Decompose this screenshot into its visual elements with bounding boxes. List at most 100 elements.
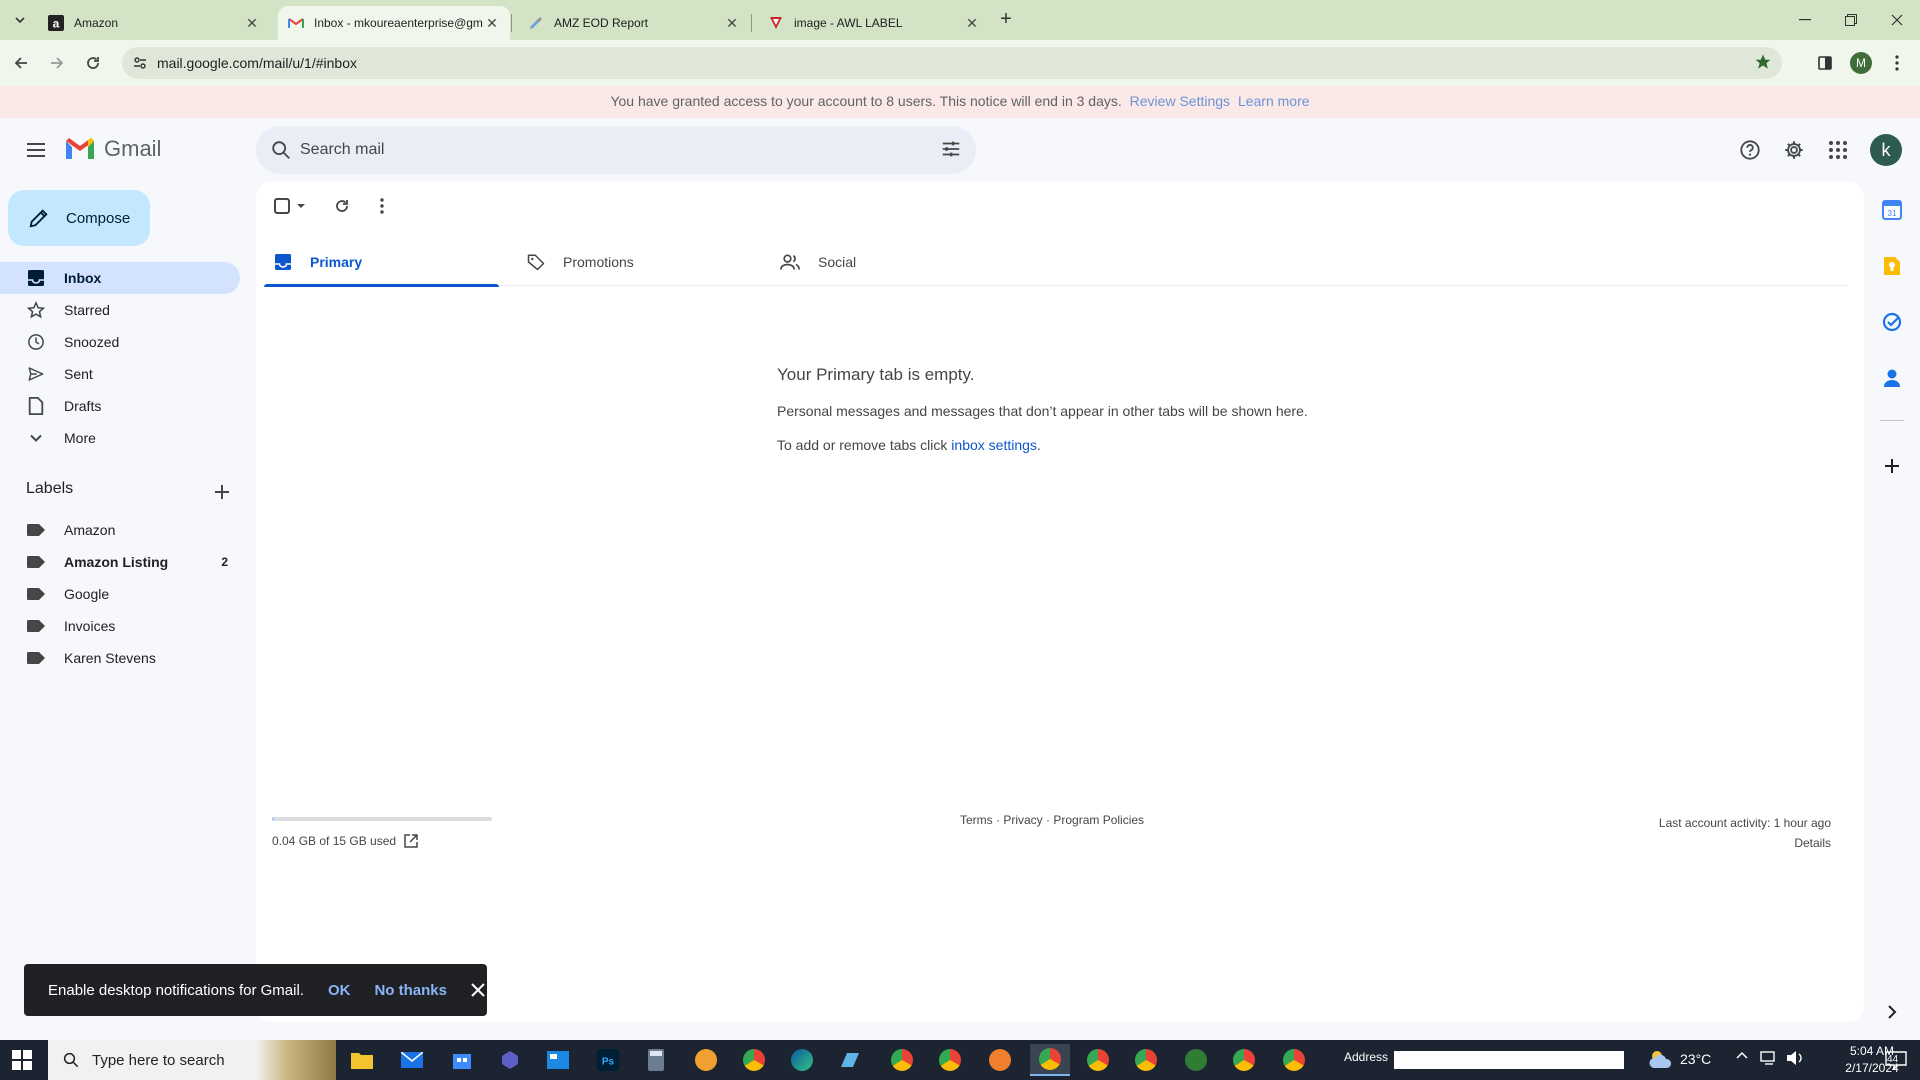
bookmark-star-icon[interactable] bbox=[1754, 53, 1772, 71]
tab-separator bbox=[511, 14, 512, 32]
main-menu-button[interactable] bbox=[20, 134, 52, 166]
chrome-profile-icon[interactable] bbox=[1274, 1044, 1314, 1076]
close-tab-icon[interactable]: ✕ bbox=[724, 15, 740, 31]
windows-start-button[interactable] bbox=[12, 1050, 32, 1070]
tab-separator bbox=[751, 14, 752, 32]
photoshop-icon[interactable]: Ps bbox=[588, 1044, 628, 1076]
settings-gear-icon[interactable] bbox=[1778, 134, 1810, 166]
gmail-logo[interactable]: Gmail bbox=[64, 136, 161, 162]
label-karen-stevens[interactable]: Karen Stevens bbox=[0, 642, 240, 674]
chrome-profile-icon[interactable] bbox=[1078, 1044, 1118, 1076]
refresh-button[interactable] bbox=[330, 194, 354, 218]
browser-menu-button[interactable] bbox=[1884, 50, 1910, 76]
label-amazon-listing[interactable]: Amazon Listing 2 bbox=[0, 546, 240, 578]
calculator-icon[interactable] bbox=[636, 1044, 676, 1076]
nav-sent[interactable]: Sent bbox=[0, 358, 240, 390]
review-settings-link[interactable]: Review Settings bbox=[1130, 93, 1230, 109]
label-name: Amazon bbox=[64, 522, 116, 538]
close-tab-icon[interactable]: ✕ bbox=[964, 15, 980, 31]
inbox-settings-link[interactable]: inbox settings bbox=[951, 437, 1037, 453]
label-google[interactable]: Google bbox=[0, 578, 240, 610]
tab-promotions[interactable]: Promotions bbox=[517, 238, 752, 286]
tab-amz-eod-report[interactable]: AMZ EOD Report ✕ bbox=[518, 6, 750, 40]
search-input[interactable]: Search mail bbox=[300, 141, 384, 159]
tab-label: Primary bbox=[310, 254, 363, 270]
more-actions-button[interactable] bbox=[370, 194, 394, 218]
close-tab-icon[interactable]: ✕ bbox=[244, 15, 260, 31]
nav-drafts[interactable]: Drafts bbox=[0, 390, 240, 422]
contacts-icon[interactable] bbox=[1876, 362, 1908, 394]
new-tab-button[interactable]: + bbox=[994, 8, 1018, 32]
profile-button[interactable]: M bbox=[1848, 50, 1874, 76]
get-addons-button[interactable] bbox=[1876, 450, 1908, 482]
store-app-icon[interactable] bbox=[442, 1044, 482, 1076]
address-toolbar-input[interactable] bbox=[1394, 1051, 1624, 1069]
privacy-link[interactable]: Privacy bbox=[1003, 813, 1042, 827]
volume-icon[interactable] bbox=[1786, 1050, 1804, 1066]
activity-details-link[interactable]: Details bbox=[1659, 833, 1831, 853]
tasks-icon[interactable] bbox=[1876, 306, 1908, 338]
chrome-profile-icon[interactable] bbox=[882, 1044, 922, 1076]
snackbar-close-icon[interactable] bbox=[471, 983, 485, 997]
gmail-icon bbox=[288, 15, 304, 31]
show-side-panel-button[interactable] bbox=[1876, 996, 1908, 1028]
side-panel-button[interactable] bbox=[1812, 50, 1838, 76]
edge-icon[interactable] bbox=[782, 1044, 822, 1076]
keep-icon[interactable] bbox=[1876, 250, 1908, 282]
back-button[interactable] bbox=[8, 50, 34, 76]
tab-social[interactable]: Social bbox=[770, 238, 1005, 286]
mail-app-icon[interactable] bbox=[392, 1044, 432, 1076]
add-label-button[interactable] bbox=[208, 478, 236, 506]
weather-widget[interactable]: 23°C bbox=[1648, 1048, 1711, 1070]
calendar-icon[interactable]: 31 bbox=[1876, 194, 1908, 226]
reload-button[interactable] bbox=[80, 50, 106, 76]
nav-snoozed[interactable]: Snoozed bbox=[0, 326, 240, 358]
chrome-profile-icon[interactable] bbox=[1126, 1044, 1166, 1076]
tab-amazon[interactable]: a Amazon ✕ bbox=[38, 6, 270, 40]
app-icon[interactable] bbox=[490, 1044, 530, 1076]
tab-awl-label[interactable]: image - AWL LABEL ✕ bbox=[758, 6, 990, 40]
site-info-icon[interactable] bbox=[132, 55, 148, 71]
app-icon[interactable] bbox=[1176, 1044, 1216, 1076]
nav-inbox[interactable]: Inbox bbox=[0, 262, 240, 294]
label-invoices[interactable]: Invoices bbox=[0, 610, 240, 642]
forward-button[interactable] bbox=[44, 50, 70, 76]
snackbar-ok-button[interactable]: OK bbox=[328, 982, 351, 999]
account-avatar[interactable]: k bbox=[1870, 134, 1902, 166]
address-bar[interactable]: mail.google.com/mail/u/1/#inbox bbox=[122, 47, 1782, 79]
chrome-profile-icon[interactable] bbox=[930, 1044, 970, 1076]
chrome-profile-icon[interactable] bbox=[1224, 1044, 1264, 1076]
google-apps-icon[interactable] bbox=[1822, 134, 1854, 166]
tab-primary[interactable]: Primary bbox=[264, 238, 499, 287]
search-bar[interactable]: Search mail bbox=[256, 126, 976, 174]
tab-gmail-inbox[interactable]: Inbox - mkoureaenterprise@gm ✕ bbox=[278, 6, 510, 40]
app-icon[interactable] bbox=[686, 1044, 726, 1076]
nav-more[interactable]: More bbox=[0, 422, 240, 454]
taskbar-search-box[interactable]: Type here to search bbox=[48, 1040, 336, 1080]
network-icon[interactable] bbox=[1760, 1050, 1778, 1066]
minimize-button[interactable] bbox=[1782, 0, 1828, 40]
chrome-profile-icon[interactable] bbox=[1030, 1044, 1070, 1076]
nav-starred[interactable]: Starred bbox=[0, 294, 240, 326]
chrome-icon[interactable] bbox=[734, 1044, 774, 1076]
label-amazon[interactable]: Amazon bbox=[0, 514, 240, 546]
close-tab-icon[interactable]: ✕ bbox=[484, 15, 500, 31]
select-all-checkbox[interactable] bbox=[274, 196, 306, 216]
search-icon[interactable] bbox=[270, 139, 292, 161]
snackbar-no-thanks-button[interactable]: No thanks bbox=[374, 982, 447, 999]
help-icon[interactable] bbox=[1734, 134, 1766, 166]
terms-link[interactable]: Terms bbox=[960, 813, 993, 827]
file-explorer-icon[interactable] bbox=[342, 1044, 382, 1076]
close-window-button[interactable] bbox=[1874, 0, 1920, 40]
tray-chevron-up-icon[interactable] bbox=[1736, 1050, 1748, 1062]
learn-more-link[interactable]: Learn more bbox=[1238, 93, 1310, 109]
app-icon[interactable] bbox=[538, 1044, 578, 1076]
search-options-icon[interactable] bbox=[940, 138, 962, 160]
restore-button[interactable] bbox=[1828, 0, 1874, 40]
program-policies-link[interactable]: Program Policies bbox=[1053, 813, 1144, 827]
compose-button[interactable]: Compose bbox=[8, 190, 150, 246]
open-in-new-icon[interactable] bbox=[404, 834, 418, 848]
app-icon[interactable] bbox=[980, 1044, 1020, 1076]
app-icon[interactable] bbox=[830, 1044, 870, 1076]
tab-search-button[interactable] bbox=[8, 8, 32, 32]
